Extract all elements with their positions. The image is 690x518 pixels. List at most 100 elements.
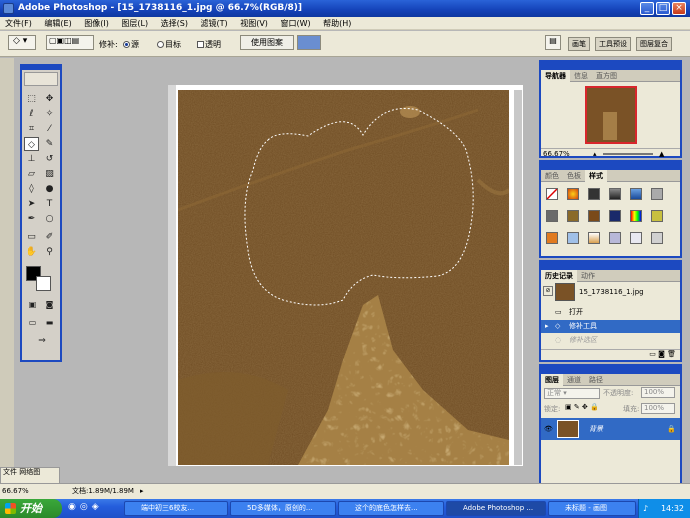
history-item-selected[interactable]: ▸ ◇ 修补工具 (541, 320, 680, 333)
path-selection-tool-icon[interactable]: ➤ (24, 197, 39, 211)
eyedropper-tool-icon[interactable]: ✐ (42, 230, 57, 244)
styles-panel-titlebar[interactable] (541, 162, 680, 170)
snapshot-icon[interactable]: ◙ (658, 350, 665, 358)
new-document-icon[interactable]: ▭ (649, 350, 656, 358)
clock[interactable]: 14:32 (661, 504, 684, 513)
history-snapshot[interactable]: ⊘ 15_1738116_1.jpg (541, 282, 680, 302)
tab-info[interactable]: 信息 (570, 70, 592, 82)
tab-file-browser[interactable]: 文件 (1, 468, 17, 476)
menu-edit[interactable]: 编辑(E) (39, 17, 76, 30)
style-swatch[interactable] (630, 232, 642, 244)
menu-help[interactable]: 帮助(H) (318, 17, 356, 30)
status-zoom[interactable]: 66.67% (0, 487, 29, 495)
taskbar-item[interactable]: 端中初三6校友... (124, 501, 228, 516)
background-color-swatch[interactable] (36, 276, 51, 291)
blur-tool-icon[interactable]: ◊ (24, 182, 39, 196)
pattern-picker[interactable] (297, 35, 321, 50)
style-swatch[interactable] (588, 188, 600, 200)
history-item-dimmed[interactable]: ◌ 修补选区 (541, 334, 680, 347)
screen-mode-icon[interactable]: ▭ (25, 316, 40, 330)
notes-tool-icon[interactable]: ▭ (24, 230, 39, 244)
maximize-icon[interactable]: □ (656, 2, 670, 15)
slice-tool-icon[interactable]: ⁄ (42, 122, 57, 136)
pen-tool-icon[interactable]: ✒ (24, 212, 39, 226)
history-panel-titlebar[interactable] (541, 262, 680, 270)
lasso-tool-icon[interactable]: ℓ (24, 107, 39, 121)
standard-mode-icon[interactable]: ▣ (25, 298, 40, 312)
layers-panel-titlebar[interactable] (541, 366, 680, 374)
menu-window[interactable]: 窗口(W) (275, 17, 315, 30)
tab-layers[interactable]: 图层 (541, 374, 563, 386)
style-swatch[interactable] (546, 210, 558, 222)
zoom-in-icon[interactable]: ▲ (659, 149, 664, 159)
tab-tool-presets[interactable]: 工具预设 (595, 37, 631, 51)
jump-to-imageready-icon[interactable]: ⇒ (30, 334, 54, 348)
style-swatch[interactable] (588, 232, 600, 244)
style-swatch[interactable] (609, 232, 621, 244)
hand-tool-icon[interactable]: ✋ (24, 245, 39, 259)
navigator-thumbnail[interactable] (585, 86, 637, 144)
tab-histogram[interactable]: 直方图 (592, 70, 621, 82)
style-swatch[interactable] (546, 232, 558, 244)
tab-navigator[interactable]: 导航器 (541, 70, 570, 82)
navigator-panel-titlebar[interactable] (541, 62, 680, 70)
style-swatch[interactable] (651, 232, 663, 244)
patch-source-radio[interactable]: 源 (123, 39, 139, 50)
menu-layer[interactable]: 图层(L) (116, 17, 153, 30)
status-doc-size[interactable]: 文档:1.89M/1.89M (72, 484, 134, 499)
lock-icons[interactable]: ▣ ✎ ✥ 🔒 (565, 403, 599, 411)
tab-paths[interactable]: 路径 (585, 374, 607, 386)
history-item[interactable]: ▭ 打开 (541, 306, 680, 319)
status-arrow-icon[interactable]: ▸ (140, 484, 144, 499)
move-tool-icon[interactable]: ✥ (42, 92, 57, 106)
document-image[interactable] (178, 90, 509, 465)
start-button[interactable]: 开始 (0, 499, 62, 518)
selection-mode-buttons[interactable]: ▢▣◫▤ (46, 35, 94, 50)
tab-channels[interactable]: 通道 (563, 374, 585, 386)
tab-network[interactable]: 网络图 (19, 468, 40, 476)
opacity-field[interactable]: 100% (641, 387, 675, 398)
eye-visibility-icon[interactable]: 👁 (544, 418, 553, 440)
tab-color[interactable]: 颜色 (541, 170, 563, 182)
patch-target-radio[interactable]: 目标 (157, 39, 181, 50)
crop-tool-icon[interactable]: ⌗ (24, 122, 39, 136)
tab-styles[interactable]: 样式 (585, 170, 607, 182)
style-swatch[interactable] (567, 188, 579, 200)
photoshop-feather-icon[interactable] (24, 72, 58, 86)
quick-launch[interactable]: ◉◎◈ (68, 502, 120, 515)
tool-preset-picker[interactable]: ◇ ▾ (8, 35, 36, 50)
shape-tool-icon[interactable]: ○ (42, 212, 57, 226)
fullscreen-mode-icon[interactable]: ▬ (42, 316, 57, 330)
style-swatch[interactable] (651, 210, 663, 222)
history-brush-tool-icon[interactable]: ↺ (42, 152, 57, 166)
transparent-checkbox[interactable]: 透明 (197, 39, 221, 50)
menu-image[interactable]: 图像(I) (79, 17, 114, 30)
navigator-zoom[interactable]: 66.67% (541, 150, 570, 158)
trash-icon[interactable]: 🗑 (667, 350, 676, 358)
tab-layer-comps[interactable]: 图层复合 (636, 37, 672, 51)
tab-brushes[interactable]: 画笔 (568, 37, 590, 51)
gradient-tool-icon[interactable]: ▨ (42, 167, 57, 181)
menu-file[interactable]: 文件(F) (0, 17, 37, 30)
use-pattern-button[interactable]: 使用图案 (240, 35, 294, 50)
patch-tool-icon[interactable]: ◇ (24, 137, 39, 151)
style-swatch[interactable] (567, 210, 579, 222)
quick-mask-icon[interactable]: ◙ (42, 298, 57, 312)
style-swatch[interactable] (630, 188, 642, 200)
minimize-icon[interactable]: _ (640, 2, 654, 15)
style-swatch[interactable] (630, 210, 642, 222)
zoom-tool-icon[interactable]: ⚲ (42, 245, 57, 259)
brush-tool-icon[interactable]: ✎ (42, 137, 57, 151)
style-swatch[interactable] (609, 188, 621, 200)
photoshop-app-icon[interactable] (3, 3, 14, 14)
tray-volume-icon[interactable]: ♪ (643, 499, 648, 518)
tab-actions[interactable]: 动作 (577, 270, 599, 282)
palette-well-icon[interactable]: ▤ (545, 35, 561, 50)
menu-view[interactable]: 视图(V) (235, 17, 273, 30)
taskbar-item[interactable]: 这个的底色怎样去... (338, 501, 444, 516)
style-swatch[interactable] (567, 232, 579, 244)
style-swatch[interactable] (651, 188, 663, 200)
tab-history[interactable]: 历史记录 (541, 270, 577, 282)
tab-swatches[interactable]: 色板 (563, 170, 585, 182)
marquee-tool-icon[interactable]: ⬚ (24, 92, 39, 106)
